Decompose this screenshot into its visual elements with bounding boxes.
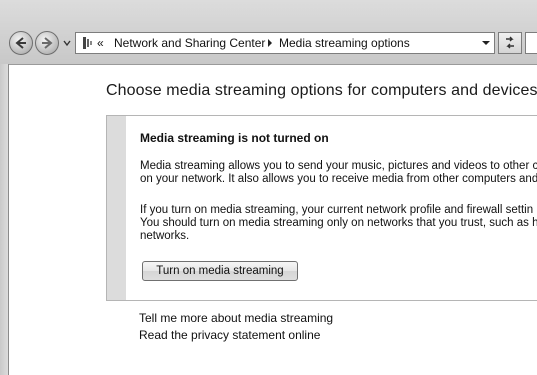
back-button[interactable]	[9, 31, 33, 55]
panel-description: Media streaming allows you to send your …	[140, 160, 537, 186]
forward-button[interactable]	[35, 31, 59, 55]
media-streaming-options-window: « Network and Sharing Center Media strea…	[0, 0, 537, 375]
left-navigation-pane-edge	[0, 64, 9, 375]
panel-description-line: on your network. It also allows you to r…	[140, 173, 537, 185]
panel-warning-line: networks.	[140, 230, 190, 242]
panel-heading: Media streaming is not turned on	[140, 131, 329, 145]
network-folder-icon	[83, 37, 92, 49]
breadcrumb-overflow-chevrons[interactable]: «	[97, 35, 104, 51]
address-dropdown-icon[interactable]	[481, 38, 491, 48]
panel-side-stripe	[107, 116, 126, 300]
privacy-statement-link[interactable]: Read the privacy statement online	[139, 328, 320, 342]
breadcrumb-separator-icon[interactable]	[266, 38, 274, 48]
window-chrome: « Network and Sharing Center Media strea…	[0, 0, 537, 65]
panel-description-line: Media streaming allows you to send your …	[140, 160, 537, 172]
turn-on-media-streaming-button[interactable]: Turn on media streaming	[142, 261, 298, 281]
panel-warning-line: If you turn on media streaming, your cur…	[140, 204, 534, 216]
panel-warning-line: You should turn on media streaming only …	[140, 217, 537, 229]
refresh-button[interactable]	[498, 32, 522, 54]
recent-pages-chevron-down-icon[interactable]	[62, 38, 72, 48]
panel-warning: If you turn on media streaming, your cur…	[140, 204, 537, 243]
refresh-icon	[506, 36, 514, 49]
forward-arrow-icon	[42, 37, 53, 49]
tell-me-more-link[interactable]: Tell me more about media streaming	[139, 311, 333, 325]
breadcrumb-network-and-sharing-center[interactable]: Network and Sharing Center	[114, 36, 265, 50]
breadcrumb-media-streaming-options[interactable]: Media streaming options	[279, 36, 410, 50]
search-input[interactable]	[525, 32, 537, 54]
page-title: Choose media streaming options for compu…	[106, 82, 537, 99]
back-arrow-icon	[15, 37, 26, 49]
address-bar[interactable]: « Network and Sharing Center Media strea…	[75, 32, 495, 54]
